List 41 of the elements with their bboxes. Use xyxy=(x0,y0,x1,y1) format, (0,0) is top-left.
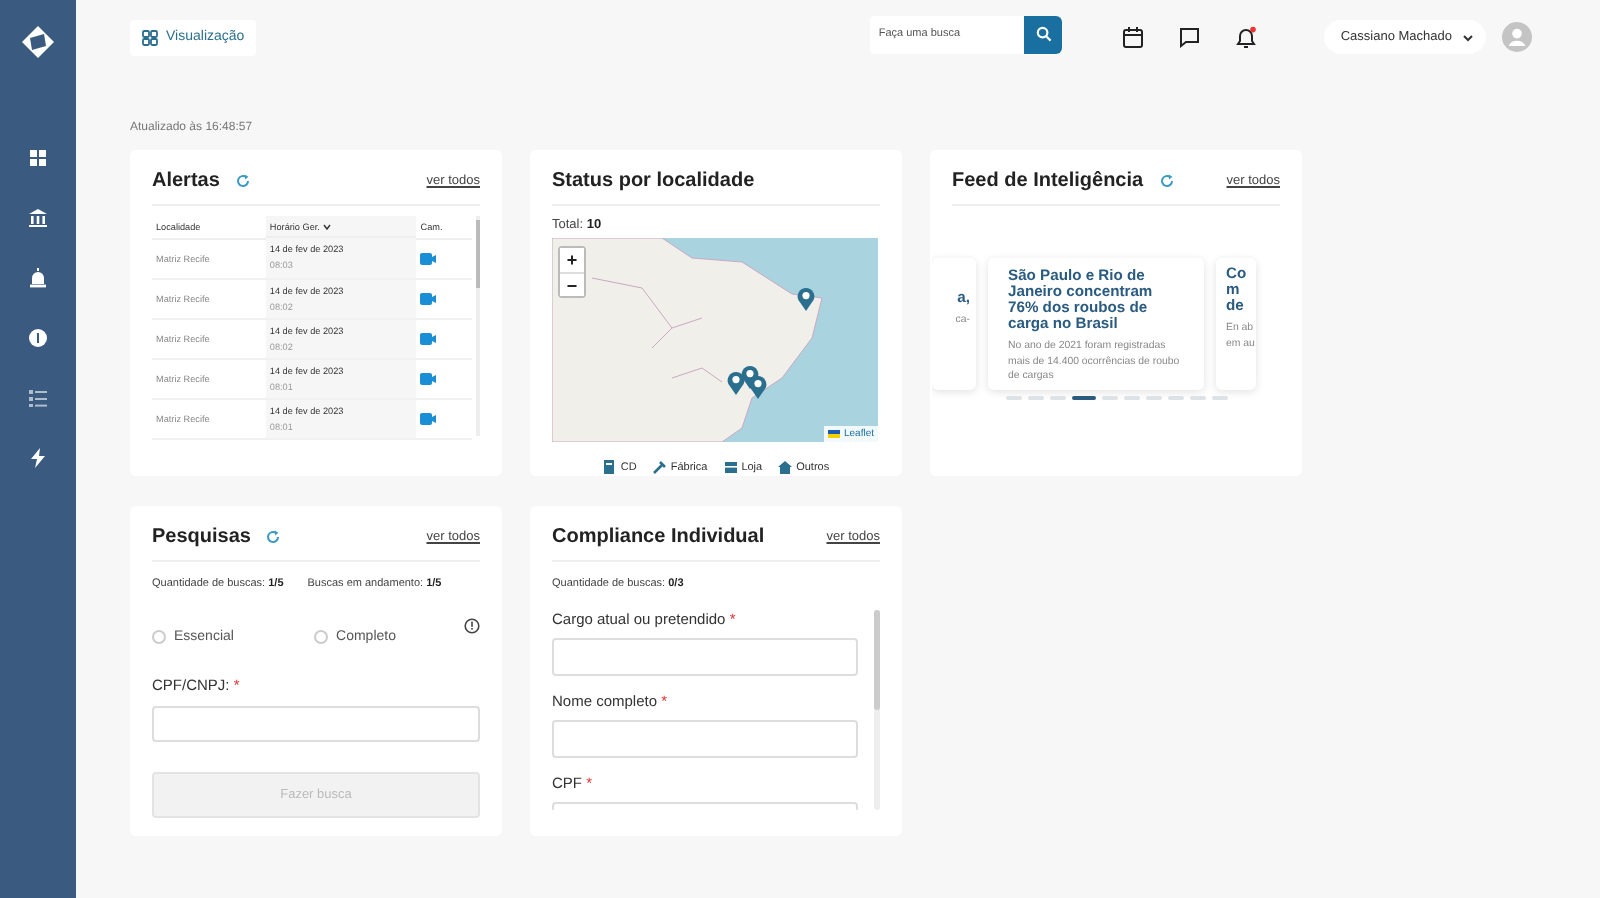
wrench-icon xyxy=(652,460,667,474)
siren-icon[interactable] xyxy=(28,268,48,288)
refresh-icon[interactable] xyxy=(266,530,281,544)
input-field[interactable] xyxy=(552,720,858,758)
camera-icon[interactable] xyxy=(420,291,437,305)
map-marker-icon[interactable] xyxy=(796,286,816,312)
card-title: Pesquisas xyxy=(152,526,251,548)
flag-icon xyxy=(827,430,840,438)
search-icon xyxy=(1035,26,1052,42)
refresh-icon[interactable] xyxy=(235,174,250,188)
grid-icon xyxy=(142,29,158,45)
bell-icon[interactable] xyxy=(1234,25,1259,49)
sort-icon[interactable] xyxy=(321,221,332,231)
logo-icon[interactable] xyxy=(20,24,56,60)
zoom-out-button[interactable]: − xyxy=(560,272,584,296)
camera-icon[interactable] xyxy=(420,371,437,385)
bank-icon[interactable] xyxy=(28,208,48,228)
checklist-icon[interactable] xyxy=(28,388,48,408)
calendar-icon[interactable] xyxy=(1122,25,1145,47)
input-field[interactable] xyxy=(152,706,480,742)
camera-icon[interactable] xyxy=(420,411,437,425)
lightning-icon[interactable] xyxy=(28,448,48,468)
card-title: Status por localidade xyxy=(552,170,755,192)
info-icon[interactable] xyxy=(464,618,480,634)
scrollbar[interactable] xyxy=(874,610,880,810)
grid-icon[interactable] xyxy=(28,148,48,168)
card-title: Compliance Individual xyxy=(552,526,765,548)
search-button[interactable] xyxy=(1024,15,1063,53)
refresh-icon[interactable] xyxy=(1159,174,1174,188)
input-field[interactable] xyxy=(552,638,858,676)
camera-icon[interactable] xyxy=(420,331,437,345)
scrollbar[interactable] xyxy=(476,216,480,436)
card-title: Alertas xyxy=(152,170,220,192)
map-marker-icon[interactable] xyxy=(748,374,768,400)
camera-icon[interactable] xyxy=(420,251,437,265)
chat-icon[interactable] xyxy=(1178,25,1201,47)
map-marker-icon[interactable] xyxy=(726,370,746,396)
chevron-down-icon xyxy=(1462,31,1474,43)
house-icon xyxy=(778,460,793,474)
card-title: Feed de Inteligência xyxy=(952,170,1144,192)
coin-icon[interactable] xyxy=(28,328,48,348)
